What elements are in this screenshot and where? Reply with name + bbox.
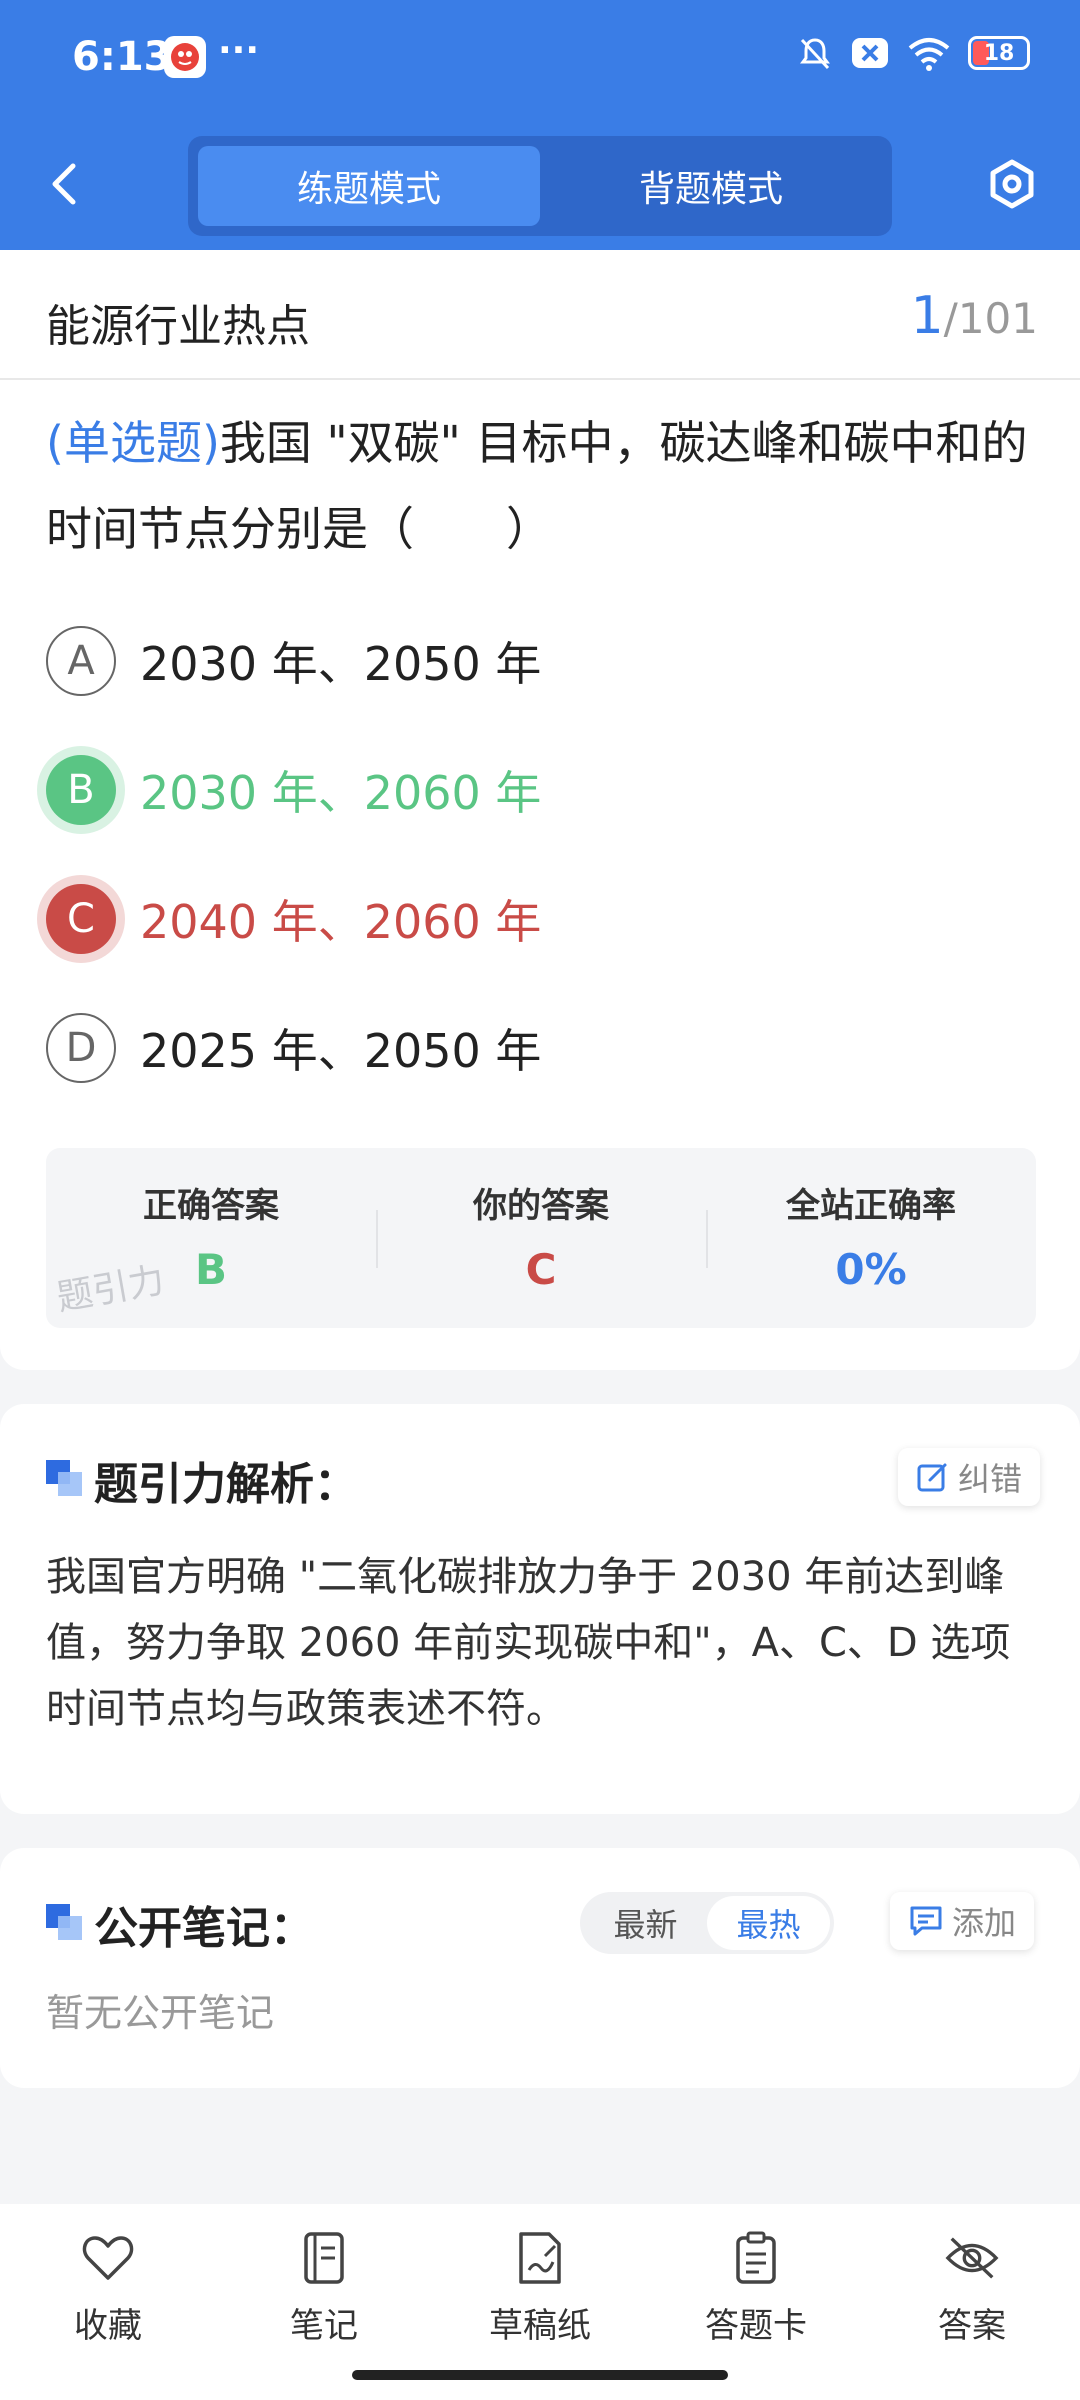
option-letter: A bbox=[46, 626, 116, 696]
notes-title: 公开笔记： bbox=[94, 1903, 314, 1954]
your-answer-stat: 你的答案 C bbox=[376, 1148, 706, 1328]
question-type: (单选题) bbox=[46, 416, 220, 470]
app-notification-icon bbox=[164, 36, 206, 78]
home-indicator[interactable] bbox=[352, 2370, 728, 2380]
analysis-text: 我国官方明确 "二氧化碳排放力争于 2030 年前达到峰值，努力争取 2060 … bbox=[46, 1554, 1011, 1732]
wifi-icon bbox=[908, 38, 950, 71]
answer-sheet-icon bbox=[736, 2231, 776, 2284]
toggle-answer-label: 答案 bbox=[938, 2306, 1006, 2346]
option-letter: B bbox=[46, 755, 116, 825]
option-letter: D bbox=[46, 1013, 116, 1083]
accuracy-label: 全站正确率 bbox=[786, 1186, 956, 1226]
comment-icon bbox=[910, 1906, 942, 1936]
question-counter: 1/101 bbox=[911, 286, 1038, 346]
option-letter: C bbox=[46, 884, 116, 954]
settings-button[interactable] bbox=[980, 152, 1044, 216]
divider bbox=[0, 378, 1080, 380]
chevron-left-icon bbox=[52, 163, 76, 205]
current-index: 1 bbox=[910, 286, 944, 346]
option-text: 2040 年、2060 年 bbox=[140, 895, 542, 949]
favorite-button[interactable]: 收藏 bbox=[0, 2204, 216, 2400]
battery-level: 18 bbox=[983, 40, 1015, 66]
tab-practice-mode[interactable]: 练题模式 bbox=[198, 146, 540, 226]
status-time: 6:13 bbox=[72, 34, 172, 80]
option-d[interactable]: D 2025 年、2050 年 bbox=[46, 1013, 541, 1083]
option-text: 2030 年、2050 年 bbox=[140, 637, 542, 691]
correct-answer-stat: 正确答案 B 题引力 bbox=[46, 1148, 376, 1328]
analysis-title: 题引力解析： bbox=[94, 1459, 358, 1510]
notes-card bbox=[0, 1848, 1080, 2088]
answer-sheet-label: 答题卡 bbox=[705, 2306, 807, 2346]
category-title: 能源行业热点 bbox=[46, 301, 310, 352]
your-answer-value: C bbox=[525, 1245, 557, 1294]
add-note-label: 添加 bbox=[952, 1904, 1017, 1942]
option-text: 2030 年、2060 年 bbox=[140, 766, 542, 820]
more-notifications-icon: ··· bbox=[218, 30, 260, 71]
x-app-icon bbox=[852, 38, 888, 68]
your-answer-label: 你的答案 bbox=[473, 1186, 609, 1226]
option-c[interactable]: C 2040 年、2060 年 bbox=[46, 884, 541, 954]
option-a[interactable]: A 2030 年、2050 年 bbox=[46, 626, 541, 696]
eye-off-icon bbox=[945, 2237, 999, 2279]
mode-switcher: 练题模式 背题模式 bbox=[188, 136, 892, 236]
option-text: 2025 年、2050 年 bbox=[140, 1024, 542, 1078]
favorite-label: 收藏 bbox=[74, 2306, 142, 2346]
status-icons: 18 bbox=[796, 34, 1030, 72]
empty-notes-text: 暂无公开笔记 bbox=[46, 1991, 275, 2035]
back-button[interactable] bbox=[40, 156, 88, 212]
add-note-button[interactable]: 添加 bbox=[890, 1892, 1035, 1950]
tab-memorize-mode[interactable]: 背题模式 bbox=[540, 146, 882, 226]
edit-icon bbox=[917, 1463, 947, 1492]
mute-bell-icon bbox=[800, 38, 830, 70]
answer-stats: 正确答案 B 题引力 你的答案 C 全站正确率 0% bbox=[46, 1148, 1036, 1328]
hexagon-settings-icon bbox=[990, 159, 1034, 209]
notes-label: 笔记 bbox=[290, 2306, 358, 2346]
option-b[interactable]: B 2030 年、2060 年 bbox=[46, 755, 541, 825]
heart-icon bbox=[82, 2236, 134, 2280]
report-error-label: 纠错 bbox=[958, 1460, 1023, 1498]
sort-hottest[interactable]: 最热 bbox=[707, 1896, 830, 1950]
draft-paper-label: 草稿纸 bbox=[489, 2306, 591, 2346]
accuracy-value: 0% bbox=[835, 1245, 907, 1294]
battery-icon: 18 bbox=[968, 36, 1030, 70]
draft-paper-icon bbox=[519, 2232, 561, 2284]
accuracy-stat: 全站正确率 0% bbox=[706, 1148, 1036, 1328]
notes-sort-switcher: 最新 最热 bbox=[580, 1892, 834, 1954]
question-text: (单选题)我国 "双碳" 目标中，碳达峰和碳中和的时间节点分别是（ ） bbox=[46, 400, 1036, 572]
correct-answer-label: 正确答案 bbox=[143, 1186, 279, 1226]
total-count: /101 bbox=[943, 294, 1038, 343]
section-icon bbox=[46, 1460, 82, 1496]
notebook-icon bbox=[304, 2232, 344, 2284]
section-icon bbox=[46, 1904, 82, 1940]
toggle-answer-button[interactable]: 答案 bbox=[864, 2204, 1080, 2400]
report-error-button[interactable]: 纠错 bbox=[898, 1448, 1041, 1506]
sort-latest[interactable]: 最新 bbox=[584, 1896, 707, 1950]
